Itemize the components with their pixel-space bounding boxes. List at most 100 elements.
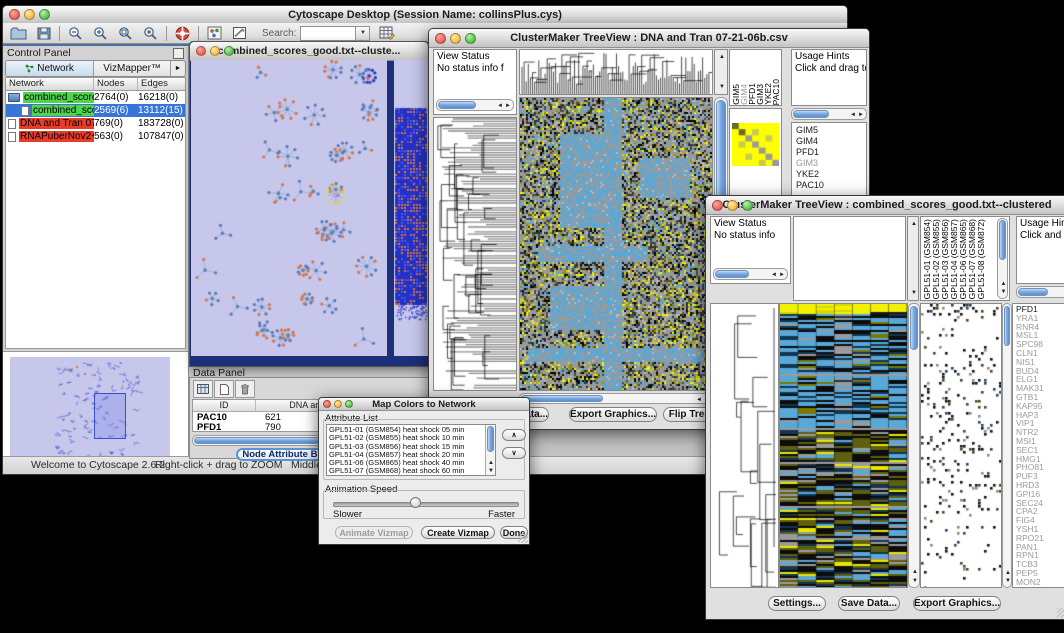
- attribute-table-icon[interactable]: [193, 380, 213, 398]
- network-name: combined_scores: [23, 92, 94, 103]
- combined-gene-list[interactable]: PFD1YRA1RNR4MSL1SPC98CLN1NIS1BUD4ELG1MAK…: [1012, 303, 1064, 588]
- combined-row-dendrogram-panel[interactable]: [710, 303, 779, 588]
- float-panel-icon[interactable]: [173, 48, 184, 59]
- create-vizmap-button[interactable]: Create Vizmap: [421, 526, 495, 539]
- dna-row-dendrogram-panel[interactable]: [433, 117, 517, 391]
- network-nodes-count: 769(0): [94, 118, 138, 129]
- network-nodes-count: 2569(6): [94, 105, 138, 116]
- column-dendrogram-panel[interactable]: [793, 216, 906, 301]
- minimize-button[interactable]: [450, 33, 461, 44]
- close-button[interactable]: [9, 9, 20, 20]
- animation-slider-thumb[interactable]: [410, 497, 421, 508]
- minimize-button[interactable]: [210, 46, 220, 56]
- move-attribute-up-button[interactable]: ∧: [502, 429, 526, 441]
- minimize-button[interactable]: [24, 9, 35, 20]
- network-edges-count: 13112(15): [138, 105, 185, 116]
- desktop: { "colors": { "net_bg": "#c7c7ec", "grid…: [0, 0, 1064, 633]
- view-status-scrollbar[interactable]: ◄►: [436, 99, 514, 111]
- zoom-in-icon[interactable]: [88, 24, 113, 43]
- open-folder-icon[interactable]: [6, 24, 31, 43]
- network-row[interactable]: combined_sco 2569(6) 13112(15): [6, 104, 185, 117]
- view-status-text: No status info f: [434, 62, 516, 74]
- dna-minimap-canvas[interactable]: [732, 123, 779, 166]
- combined-heatmap-vscrollbar[interactable]: ▲▼: [908, 303, 920, 588]
- zoom-button[interactable]: [345, 400, 353, 408]
- network-name: DNA and Tran 07: [19, 118, 94, 129]
- move-attribute-down-button[interactable]: ∨: [502, 447, 526, 459]
- save-icon[interactable]: [31, 24, 56, 43]
- zoom-button[interactable]: [224, 46, 234, 56]
- overview-viewport-rect[interactable]: [94, 393, 126, 439]
- gene-list-item[interactable]: GIM3: [796, 158, 866, 169]
- gene-list-item[interactable]: YKE2: [796, 169, 866, 180]
- network-row[interactable]: RNAPuberNov2+ 563(0) 107847(0): [6, 130, 185, 143]
- combined-column-labels-panel[interactable]: GPL51-01 (GSM854)GPL51-02 (GSM855)GPL51-…: [920, 216, 1010, 301]
- zoom-button[interactable]: [742, 200, 753, 211]
- usage-hints-text: Click and: [1017, 229, 1064, 241]
- close-button[interactable]: [435, 33, 446, 44]
- zoom-out-icon[interactable]: [63, 24, 88, 43]
- attribute-item[interactable]: GPL51-07 (GSM868) heat shock 60 min: [329, 467, 484, 475]
- usage-hints-panel: Usage Hints Click and drag to: [791, 49, 867, 106]
- tab-network[interactable]: Network: [6, 61, 94, 76]
- gene-list-vscrollbar[interactable]: ▲▼: [1002, 303, 1012, 588]
- vizmap-shortcut-icon[interactable]: [202, 24, 227, 43]
- minimize-button[interactable]: [727, 200, 738, 211]
- combined-sparse-heatmap-panel[interactable]: [920, 303, 1002, 588]
- dna-heatmap-hscrollbar[interactable]: ◄►: [519, 393, 713, 404]
- network-table-header[interactable]: Network Nodes Edges: [6, 78, 185, 91]
- export-graphics-button[interactable]: Export Graphics...: [913, 596, 1001, 611]
- network-edges-count: 16218(0): [138, 92, 185, 103]
- delete-attribute-trash-icon[interactable]: [235, 380, 255, 398]
- network-canvas[interactable]: [191, 60, 387, 356]
- minimize-button[interactable]: [334, 400, 342, 408]
- gene-list-item[interactable]: MON2: [1016, 578, 1064, 587]
- network-strip-canvas[interactable]: [394, 60, 428, 356]
- column-dendrogram-panel[interactable]: [519, 49, 713, 95]
- dna-column-labels-panel[interactable]: GIM5GIM4PFD1GIM3YKE2PAC10: [729, 49, 782, 106]
- resize-grip[interactable]: [518, 533, 528, 543]
- overview-canvas[interactable]: [10, 357, 170, 460]
- usage-hints-scrollbar[interactable]: ◄►: [791, 108, 867, 120]
- table-edit-icon[interactable]: [374, 24, 399, 43]
- export-graphics-button[interactable]: Export Graphics...: [569, 407, 657, 422]
- network-row[interactable]: DNA and Tran 07 769(0) 183728(0): [6, 117, 185, 130]
- zoom-button[interactable]: [39, 9, 50, 20]
- tabs-overflow-arrow[interactable]: ►: [171, 61, 185, 76]
- attribute-list-vscrollbar[interactable]: ▲▼: [485, 425, 495, 475]
- network-name: RNAPuberNov2+: [19, 131, 94, 142]
- annotation-icon[interactable]: [227, 24, 252, 43]
- close-button[interactable]: [712, 200, 723, 211]
- new-attribute-icon[interactable]: [214, 380, 234, 398]
- treeview-dna-title: ClusterMaker TreeView : DNA and Tran 07-…: [429, 30, 869, 46]
- network-row[interactable]: combined_scores 2764(0) 16218(0): [6, 91, 185, 104]
- gene-list-item[interactable]: PFD1: [796, 147, 866, 158]
- usage-hints-scrollbar[interactable]: [1016, 286, 1064, 298]
- save-data-button[interactable]: Save Data...: [838, 596, 900, 611]
- main-titlebar[interactable]: Cytoscape Desktop (Session Name: collins…: [3, 6, 847, 24]
- resize-grip[interactable]: [1057, 608, 1064, 618]
- gene-list-item[interactable]: PAC10: [796, 180, 866, 191]
- dna-heatmap-panel[interactable]: [519, 97, 713, 391]
- close-button[interactable]: [196, 46, 206, 56]
- help-lifering-icon[interactable]: [170, 24, 195, 43]
- dendro-corner-strip: ▲▼: [907, 216, 919, 301]
- animation-slider-track[interactable]: [333, 502, 519, 507]
- chevron-down-icon[interactable]: ▼: [355, 27, 369, 40]
- search-input[interactable]: ▼: [300, 26, 370, 41]
- attribute-listbox[interactable]: GPL51-01 (GSM854) heat shock 05 minGPL51…: [326, 424, 496, 476]
- view-status-scrollbar[interactable]: ◄►: [713, 268, 788, 280]
- treeview-combined-title: ClusterMaker TreeView : combined_scores_…: [706, 197, 1064, 213]
- settings-button[interactable]: Settings...: [768, 596, 826, 611]
- gene-list-item[interactable]: GIM5: [796, 125, 866, 136]
- zoom-fit-icon[interactable]: [113, 24, 138, 43]
- combined-heatmap-panel[interactable]: [779, 303, 908, 588]
- zoom-button[interactable]: [465, 33, 476, 44]
- zoom-selected-icon[interactable]: [138, 24, 163, 43]
- tab-vizmapper[interactable]: VizMapper™: [94, 61, 171, 76]
- animate-vizmap-button[interactable]: Animate Vizmap: [335, 526, 413, 539]
- data-col-id[interactable]: ID: [193, 400, 256, 411]
- column-labels-vscrollbar[interactable]: ▲▼: [997, 218, 1008, 299]
- gene-list-item[interactable]: GIM4: [796, 136, 866, 147]
- close-button[interactable]: [323, 400, 331, 408]
